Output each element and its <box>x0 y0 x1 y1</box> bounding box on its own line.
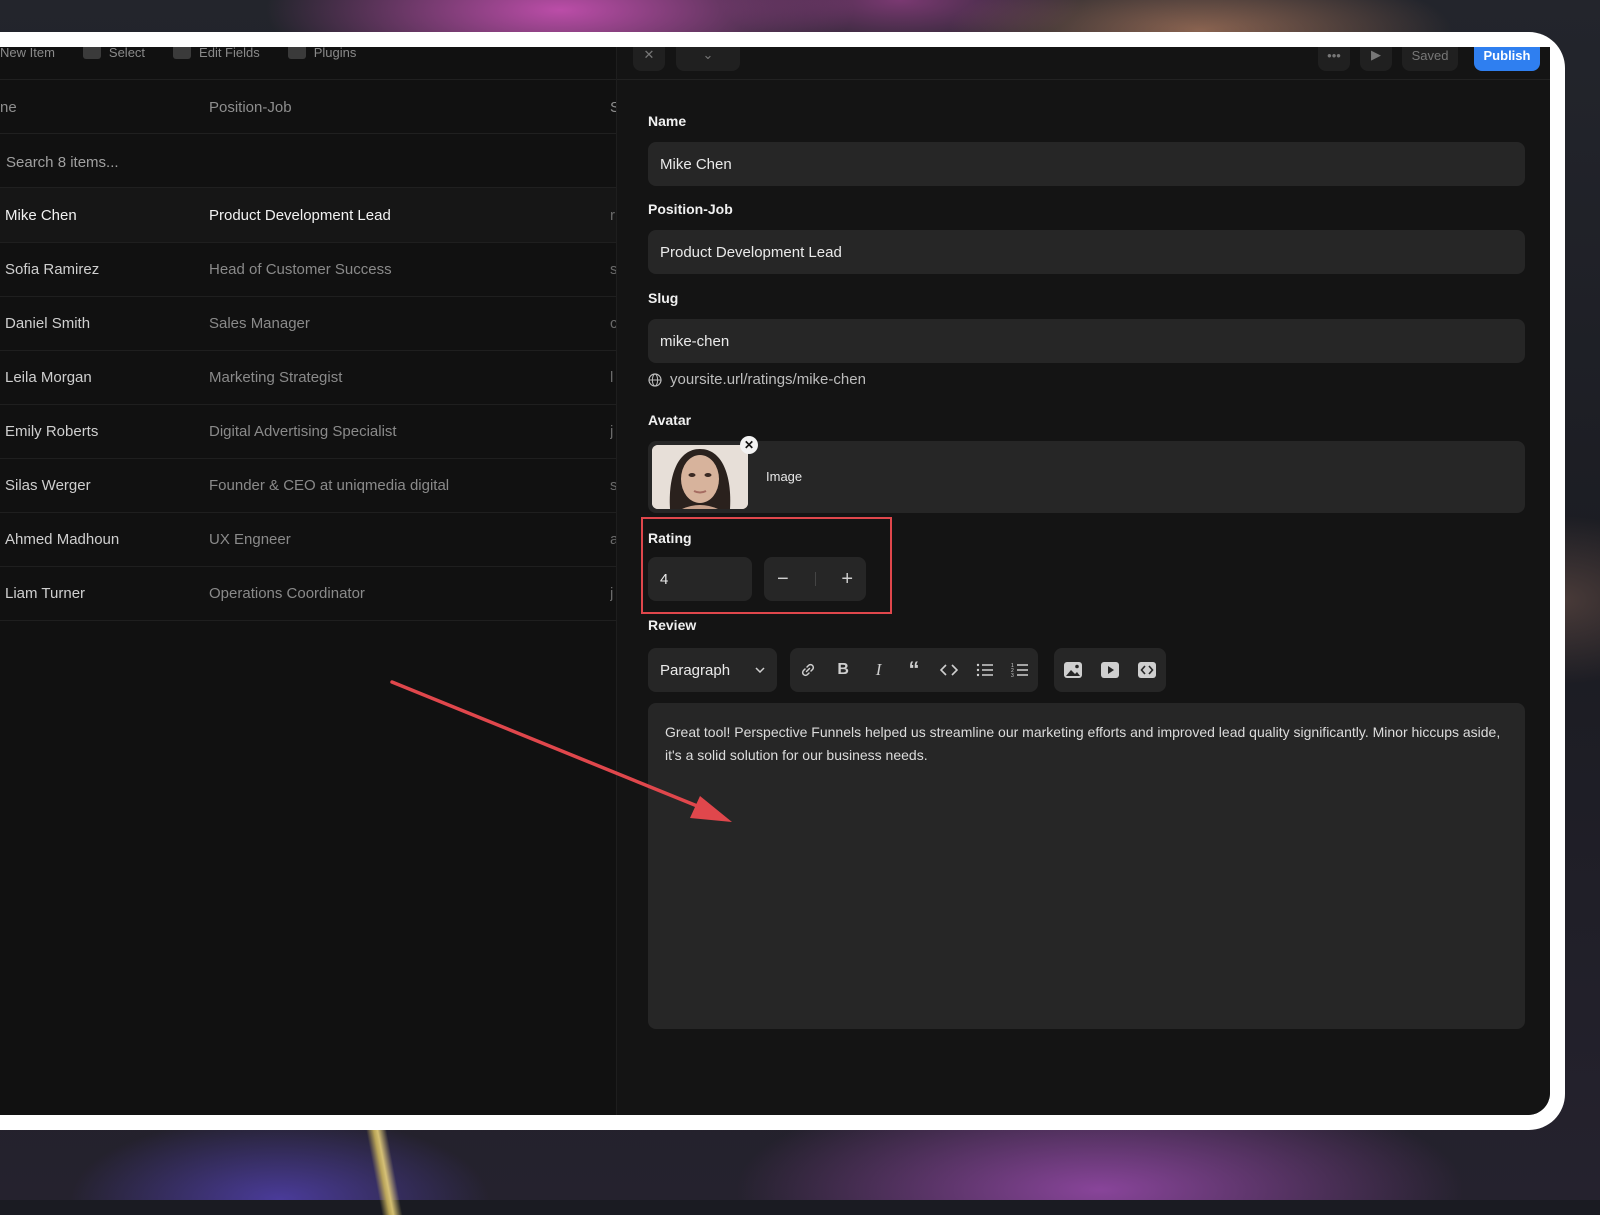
item-nav-buttons[interactable]: ⌄ <box>676 47 740 71</box>
avatar-label: Avatar <box>648 412 692 428</box>
row-position: Founder & CEO at uniqmedia digital <box>209 476 450 494</box>
row-slug: s <box>610 260 616 278</box>
new-item-label: New Item <box>0 47 55 60</box>
row-slug: r <box>610 206 615 224</box>
table-search-input[interactable]: Search 8 items... <box>6 154 119 171</box>
saved-status: Saved <box>1402 47 1458 71</box>
plugins-label: Plugins <box>313 47 357 60</box>
row-slug: l <box>610 368 614 386</box>
select-button[interactable]: Select <box>82 47 146 60</box>
play-icon: ▶ <box>1371 47 1381 62</box>
row-position: UX Engneer <box>209 530 291 548</box>
position-input[interactable]: Product Development Lead <box>648 230 1525 274</box>
row-name: Mike Chen <box>5 206 77 224</box>
video-icon[interactable] <box>1099 659 1121 681</box>
svg-text:3: 3 <box>1011 673 1014 678</box>
row-name: Silas Werger <box>5 476 91 494</box>
slug-label: Slug <box>648 290 679 306</box>
edit-icon <box>173 47 192 59</box>
row-name: Ahmed Madhoun <box>5 530 120 548</box>
select-label: Select <box>108 47 146 60</box>
close-button[interactable]: ✕ <box>633 47 665 71</box>
bold-icon[interactable]: B <box>832 659 854 681</box>
table-row[interactable]: Liam Turner Operations Coordinator j <box>0 566 616 621</box>
table-row[interactable]: Silas Werger Founder & CEO at uniqmedia … <box>0 458 616 513</box>
row-slug: j <box>610 422 614 440</box>
table-row[interactable]: Emily Roberts Digital Advertising Specia… <box>0 404 616 459</box>
format-toolbar: B I “ 123 <box>790 648 1038 692</box>
name-label: Name <box>648 113 687 129</box>
editor-topbar: ✕ ⌄ ••• ▶ Saved Publish <box>617 47 1550 80</box>
row-name: Sofia Ramirez <box>5 260 100 278</box>
table-row[interactable]: Leila Morgan Marketing Strategist l <box>0 350 616 405</box>
column-header-slug[interactable]: S <box>610 99 616 129</box>
avatar-field[interactable]: ✕ Image <box>648 436 1525 513</box>
row-slug: s <box>610 476 616 494</box>
collection-table-pane: New Item Select Edit Fields Plugins ne P… <box>0 47 617 1115</box>
embed-icon[interactable] <box>1136 659 1158 681</box>
chevron-down-icon: ⌄ <box>702 47 714 62</box>
row-position: Sales Manager <box>209 314 310 332</box>
row-name: Daniel Smith <box>5 314 91 332</box>
globe-icon <box>648 372 662 387</box>
row-name: Liam Turner <box>5 584 86 602</box>
avatar-thumbnail[interactable] <box>652 445 748 509</box>
checkbox-icon <box>82 47 101 59</box>
column-header-position[interactable]: Position-Job <box>209 99 292 129</box>
publish-button[interactable]: Publish <box>1474 47 1540 71</box>
row-position: Digital Advertising Specialist <box>209 422 397 440</box>
cms-window: New Item Select Edit Fields Plugins ne P… <box>0 47 1550 1115</box>
row-position: Product Development Lead <box>209 206 391 224</box>
row-slug: j <box>610 584 614 602</box>
avatar-portrait <box>652 445 748 509</box>
bullet-list-icon[interactable] <box>974 659 996 681</box>
row-position: Operations Coordinator <box>209 584 365 602</box>
italic-icon[interactable]: I <box>868 659 890 681</box>
divider <box>0 79 616 80</box>
review-label: Review <box>648 617 697 633</box>
row-position: Marketing Strategist <box>209 368 343 386</box>
more-icon: ••• <box>1327 47 1341 63</box>
edit-fields-button[interactable]: Edit Fields <box>173 47 260 60</box>
new-item-button[interactable]: New Item <box>0 47 55 60</box>
review-editor[interactable]: Great tool! Perspective Funnels helped u… <box>648 703 1525 1029</box>
url-preview: yoursite.url/ratings/mike-chen <box>648 371 866 388</box>
divider <box>0 133 616 134</box>
chevron-down-icon <box>755 667 765 673</box>
url-preview-text: yoursite.url/ratings/mike-chen <box>670 371 866 388</box>
collection-toolbar: New Item Select Edit Fields Plugins <box>0 47 356 67</box>
edit-fields-label: Edit Fields <box>199 47 260 60</box>
link-icon[interactable] <box>797 659 819 681</box>
plugins-icon <box>287 47 306 59</box>
row-position: Head of Customer Success <box>209 260 392 278</box>
paragraph-select-value: Paragraph <box>660 661 731 679</box>
row-name: Emily Roberts <box>5 422 99 440</box>
position-label: Position-Job <box>648 201 733 217</box>
row-slug: c <box>610 314 616 332</box>
image-icon[interactable] <box>1062 659 1084 681</box>
remove-avatar-button[interactable]: ✕ <box>740 436 758 454</box>
more-button[interactable]: ••• <box>1318 47 1350 71</box>
plugins-button[interactable]: Plugins <box>287 47 357 60</box>
name-input[interactable]: Mike Chen <box>648 142 1525 186</box>
row-name: Leila Morgan <box>5 368 92 386</box>
media-toolbar <box>1054 648 1166 692</box>
slug-input[interactable]: mike-chen <box>648 319 1525 363</box>
avatar-type-label: Image <box>766 469 803 484</box>
preview-button[interactable]: ▶ <box>1360 47 1392 71</box>
close-icon: ✕ <box>743 438 755 452</box>
annotation-highlight-box <box>641 517 892 614</box>
item-editor-pane: ✕ ⌄ ••• ▶ Saved Publish Name Mike Chen P… <box>617 47 1550 1115</box>
close-icon: ✕ <box>643 47 655 62</box>
code-icon[interactable] <box>938 659 960 681</box>
table-row[interactable]: Ahmed Madhoun UX Engneer a <box>0 512 616 567</box>
paragraph-select[interactable]: Paragraph <box>648 648 777 692</box>
table-row[interactable]: Mike Chen Product Development Lead r <box>0 188 616 243</box>
table-row[interactable]: Daniel Smith Sales Manager c <box>0 296 616 351</box>
column-header-name[interactable]: ne <box>0 99 17 129</box>
row-slug: a <box>610 530 616 548</box>
quote-icon[interactable]: “ <box>903 657 925 682</box>
numbered-list-icon[interactable]: 123 <box>1009 659 1031 681</box>
table-row[interactable]: Sofia Ramirez Head of Customer Success s <box>0 242 616 297</box>
